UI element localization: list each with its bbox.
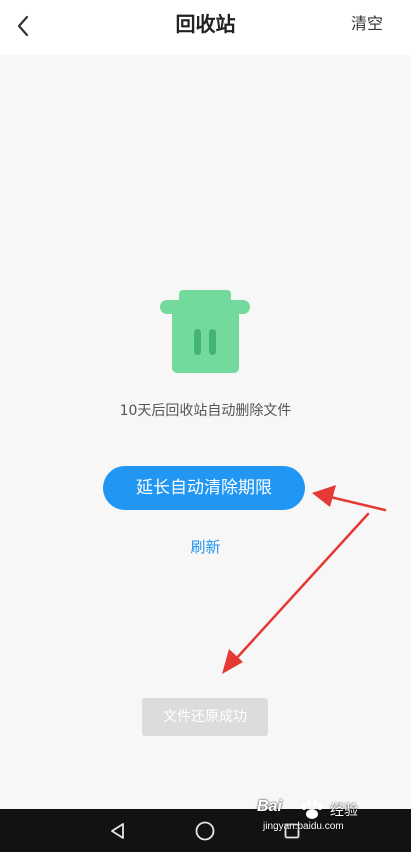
trash-can-icon bbox=[160, 290, 250, 373]
auto-delete-notice: 10天后回收站自动删除文件 bbox=[119, 403, 292, 419]
nav-back-button[interactable] bbox=[96, 809, 140, 852]
chevron-left-icon bbox=[17, 15, 29, 37]
back-button[interactable] bbox=[6, 8, 42, 44]
square-recents-icon bbox=[284, 823, 300, 838]
extend-auto-clear-button[interactable]: 延长自动清除期限 bbox=[103, 466, 305, 510]
nav-home-button[interactable] bbox=[183, 809, 227, 852]
circle-home-icon bbox=[195, 821, 215, 840]
top-bar: 回收站 清空 bbox=[0, 0, 411, 55]
page-title: 回收站 bbox=[175, 12, 236, 36]
restore-success-toast: 文件还原成功 bbox=[142, 698, 268, 736]
system-navigation-bar bbox=[0, 809, 411, 852]
triangle-back-icon bbox=[111, 822, 124, 839]
annotation-arrow-icon bbox=[312, 485, 387, 512]
clear-button[interactable]: 清空 bbox=[351, 0, 383, 48]
nav-recents-button[interactable] bbox=[270, 809, 314, 852]
refresh-link[interactable]: 刷新 bbox=[0, 536, 411, 557]
